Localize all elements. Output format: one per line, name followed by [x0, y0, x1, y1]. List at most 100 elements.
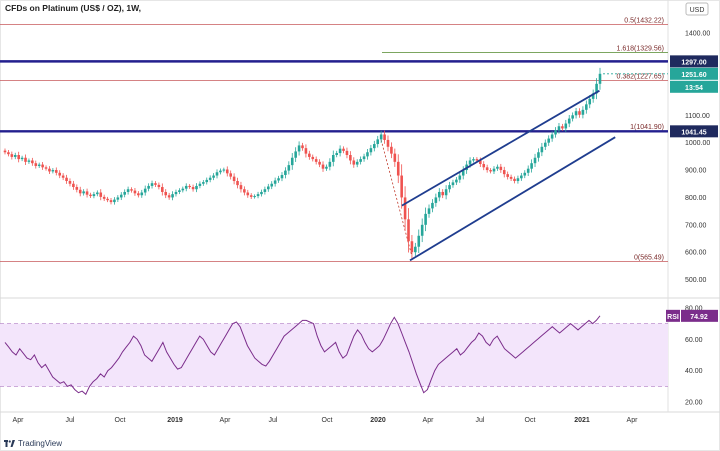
candle-body: [54, 170, 58, 173]
candle-body: [24, 157, 27, 162]
candle-body: [243, 189, 246, 193]
candle-body: [314, 159, 318, 162]
candle-body: [362, 156, 366, 160]
candle-body: [51, 170, 55, 172]
candle-body: [366, 152, 369, 157]
candle-body: [184, 185, 188, 189]
channel-line: [401, 89, 600, 207]
candle-body: [17, 155, 20, 160]
time-tick-label: Oct: [115, 417, 126, 424]
candle-body: [331, 155, 335, 162]
candle-body: [126, 189, 130, 192]
candle-body: [48, 168, 51, 172]
candle-body: [301, 145, 304, 149]
rsi-label: RSI: [667, 314, 679, 321]
candle-body: [448, 185, 451, 190]
candle-body: [85, 191, 89, 195]
candle-body: [239, 185, 243, 190]
candle-body: [581, 109, 585, 115]
candle-body: [13, 155, 17, 157]
candle-body: [526, 168, 530, 173]
time-tick-label: Apr: [423, 417, 435, 424]
candle-body: [403, 197, 407, 220]
chart-title: CFDs on Platinum (US$ / OZ), 1W,: [5, 3, 141, 13]
candle-body: [44, 167, 48, 169]
candle-body: [236, 181, 239, 186]
candle-body: [10, 154, 14, 157]
candle-body: [212, 175, 215, 178]
time-tick-label: Oct: [322, 417, 333, 424]
candle-body: [523, 172, 527, 176]
candle-body: [167, 195, 171, 198]
candle-body: [472, 159, 475, 161]
candle-body: [598, 73, 602, 84]
candle-body: [208, 177, 212, 180]
candle-body: [335, 153, 338, 155]
candle-body: [437, 191, 441, 198]
fib-level-label: 0.382(1227.65): [617, 73, 664, 80]
candle-body: [383, 134, 386, 140]
candle-body: [431, 202, 434, 209]
candle-body: [328, 161, 332, 167]
candle-body: [246, 192, 250, 196]
candle-body: [424, 213, 427, 225]
candle-body: [349, 155, 352, 161]
candle-body: [119, 194, 123, 198]
candle-body: [427, 208, 431, 214]
candle-body: [222, 169, 226, 171]
candle-body: [273, 180, 277, 184]
chart-canvas[interactable]: CFDs on Platinum (US$ / OZ), 1W, USD 500.0…: [0, 0, 720, 451]
candle-body: [297, 145, 301, 152]
price-tick-label: 600.00: [685, 250, 707, 257]
candle-body: [444, 189, 448, 196]
candle-body: [513, 178, 516, 182]
candle-body: [164, 191, 168, 196]
candle-body: [205, 179, 209, 183]
candle-body: [160, 187, 164, 192]
candle-body: [157, 184, 161, 188]
candle-body: [287, 165, 291, 171]
candle-body: [441, 191, 445, 196]
candle-body: [198, 183, 202, 186]
candle-body: [455, 179, 458, 183]
candle-body: [420, 224, 424, 236]
candle-body: [102, 196, 106, 199]
candle-body: [277, 178, 280, 181]
time-tick-label: Jul: [269, 417, 278, 424]
candle-body: [143, 188, 147, 193]
candle-body: [267, 186, 270, 190]
candle-body: [379, 134, 383, 140]
price-tick-label: 800.00: [685, 195, 707, 202]
candle-body: [506, 174, 509, 177]
candle-body: [308, 153, 311, 157]
candle-body: [386, 139, 390, 147]
candle-body: [543, 142, 547, 147]
candle-body: [178, 190, 181, 192]
candle-body: [20, 157, 24, 160]
candle-body: [359, 159, 362, 162]
candle-body: [150, 183, 154, 186]
candle-body: [232, 176, 236, 182]
candle-body: [31, 160, 34, 164]
time-tick-label: Apr: [220, 417, 232, 424]
candle-body: [65, 177, 68, 182]
candle-body: [174, 191, 178, 195]
candle-body: [499, 166, 503, 171]
candle-body: [321, 164, 325, 169]
rsi-tick-label: 40.00: [685, 368, 703, 375]
candle-body: [325, 166, 328, 169]
candle-body: [294, 151, 297, 158]
candle-body: [92, 194, 96, 197]
candle-body: [37, 164, 41, 166]
candle-body: [96, 192, 99, 195]
candle-body: [492, 168, 496, 172]
candle-body: [373, 144, 376, 149]
time-tick-label: Apr: [627, 417, 639, 424]
candle-body: [130, 189, 133, 191]
candle-body: [533, 157, 537, 164]
candle-body: [195, 185, 198, 190]
candle-body: [75, 187, 79, 190]
candle-body: [116, 197, 120, 200]
candle-body: [78, 189, 82, 194]
candle-body: [547, 138, 551, 143]
